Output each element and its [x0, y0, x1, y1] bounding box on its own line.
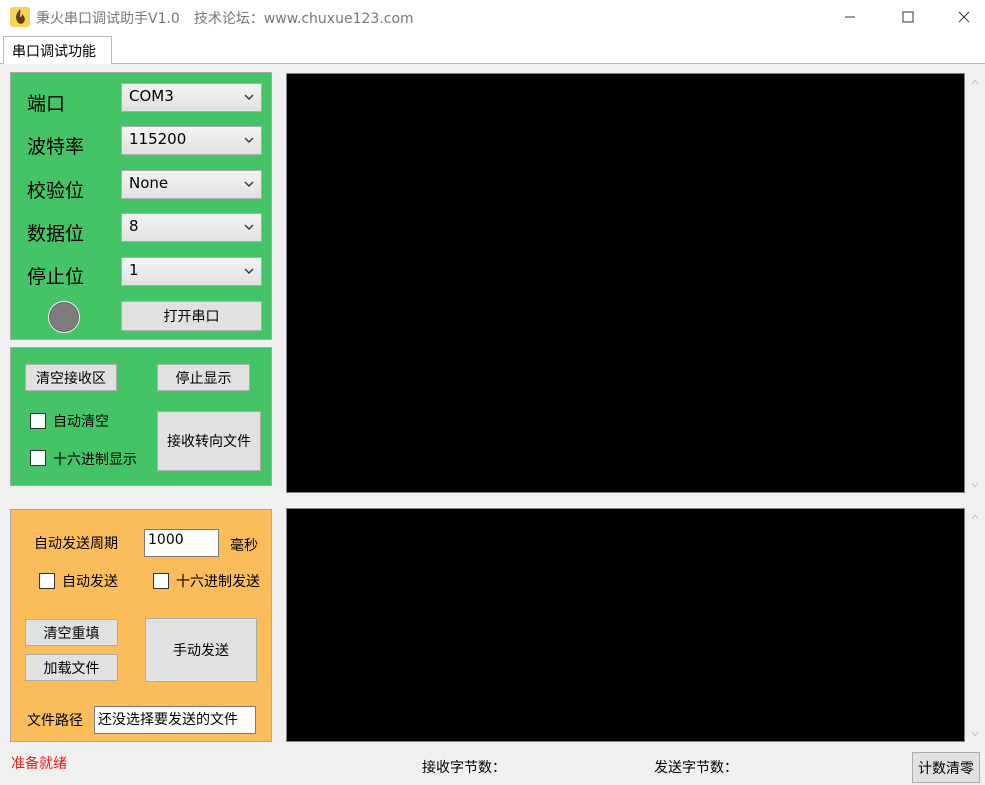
flame-app-icon [10, 7, 30, 27]
file-path-label: 文件路径 [27, 713, 83, 729]
period-unit-label: 毫秒 [230, 538, 258, 554]
baud-label: 波特率 [27, 136, 85, 158]
chevron-down-icon [244, 268, 254, 274]
port-value: COM3 [129, 87, 174, 105]
send-scrollbar[interactable] [966, 508, 983, 742]
chevron-down-icon [971, 731, 978, 737]
port-select[interactable]: COM3 [121, 83, 262, 112]
auto-send-label: 自动发送 [62, 574, 118, 590]
file-path-input[interactable]: 还没选择要发送的文件 [94, 706, 256, 734]
app-window: 秉火串口调试助手V1.0 技术论坛：www.chuxue123.com 串口调试功… [0, 0, 985, 785]
databits-value: 8 [129, 217, 139, 235]
baud-select[interactable]: 115200 [121, 126, 262, 155]
receive-scrollbar[interactable] [966, 73, 983, 493]
stop-display-button[interactable]: 停止显示 [157, 364, 250, 391]
parity-label: 校验位 [27, 180, 85, 202]
rx-count-label: 接收字节数： [422, 760, 506, 776]
auto-send-period-input[interactable]: 1000 [144, 529, 219, 557]
forum-text: 技术论坛：www.chuxue123.com [193, 11, 414, 27]
auto-clear-label: 自动清空 [53, 414, 109, 430]
scroll-up-button[interactable] [966, 508, 983, 525]
clear-receive-button[interactable]: 清空接收区 [25, 364, 117, 391]
hex-send-label: 十六进制发送 [176, 574, 260, 590]
receive-options-panel: 清空接收区 停止显示 自动清空 十六进制显示 接收转向文件 [10, 347, 272, 486]
scroll-down-button[interactable] [966, 476, 983, 493]
stopbits-select[interactable]: 1 [121, 257, 262, 286]
minimize-button[interactable] [826, 0, 874, 34]
databits-label: 数据位 [27, 223, 85, 245]
maximize-button[interactable] [884, 0, 932, 34]
scroll-up-button[interactable] [966, 73, 983, 90]
receive-to-file-button[interactable]: 接收转向文件 [157, 411, 261, 471]
baud-value: 115200 [129, 130, 187, 148]
chevron-down-icon [244, 181, 254, 187]
port-label: 端口 [27, 93, 66, 115]
chevron-up-icon [971, 513, 978, 519]
status-ready-text: 准备就绪 [11, 756, 67, 772]
receive-text-area[interactable] [286, 73, 965, 493]
auto-send-checkbox[interactable] [39, 573, 55, 589]
manual-send-button[interactable]: 手动发送 [145, 618, 257, 682]
hex-display-label: 十六进制显示 [53, 452, 137, 468]
serial-settings-panel: 端口 COM3 波特率 115200 校验位 None 数据位 8 停止位 1 … [10, 72, 272, 340]
minimize-icon [845, 16, 855, 18]
close-button[interactable] [940, 0, 985, 34]
chevron-up-icon [971, 78, 978, 84]
hex-display-checkbox[interactable] [30, 450, 46, 466]
tab-page: 端口 COM3 波特率 115200 校验位 None 数据位 8 停止位 1 … [0, 64, 985, 785]
chevron-down-icon [244, 94, 254, 100]
chevron-down-icon [244, 224, 254, 230]
close-icon [958, 11, 970, 23]
hex-send-checkbox[interactable] [153, 573, 169, 589]
load-file-button[interactable]: 加载文件 [25, 654, 118, 681]
send-text-area[interactable] [286, 508, 965, 742]
title-bar: 秉火串口调试助手V1.0 技术论坛：www.chuxue123.com [0, 0, 985, 34]
auto-send-period-label: 自动发送周期 [34, 536, 118, 552]
chevron-down-icon [244, 137, 254, 143]
stopbits-value: 1 [129, 261, 139, 279]
clear-refill-button[interactable]: 清空重填 [25, 619, 118, 646]
open-port-button[interactable]: 打开串口 [121, 301, 262, 331]
window-title: 秉火串口调试助手V1.0 [36, 11, 180, 27]
port-status-led [48, 301, 80, 333]
parity-value: None [129, 174, 169, 192]
databits-select[interactable]: 8 [121, 213, 262, 242]
chevron-down-icon [971, 482, 978, 488]
tx-count-label: 发送字节数： [654, 760, 738, 776]
maximize-icon [902, 11, 914, 23]
auto-clear-checkbox[interactable] [30, 413, 46, 429]
reset-count-button[interactable]: 计数清零 [912, 752, 980, 783]
scroll-down-button[interactable] [966, 725, 983, 742]
send-options-panel: 自动发送周期 1000 毫秒 自动发送 十六进制发送 清空重填 加载文件 手动发… [10, 509, 272, 742]
parity-select[interactable]: None [121, 170, 262, 199]
tab-serial-debug[interactable]: 串口调试功能 [3, 36, 112, 64]
stopbits-label: 停止位 [27, 266, 85, 288]
